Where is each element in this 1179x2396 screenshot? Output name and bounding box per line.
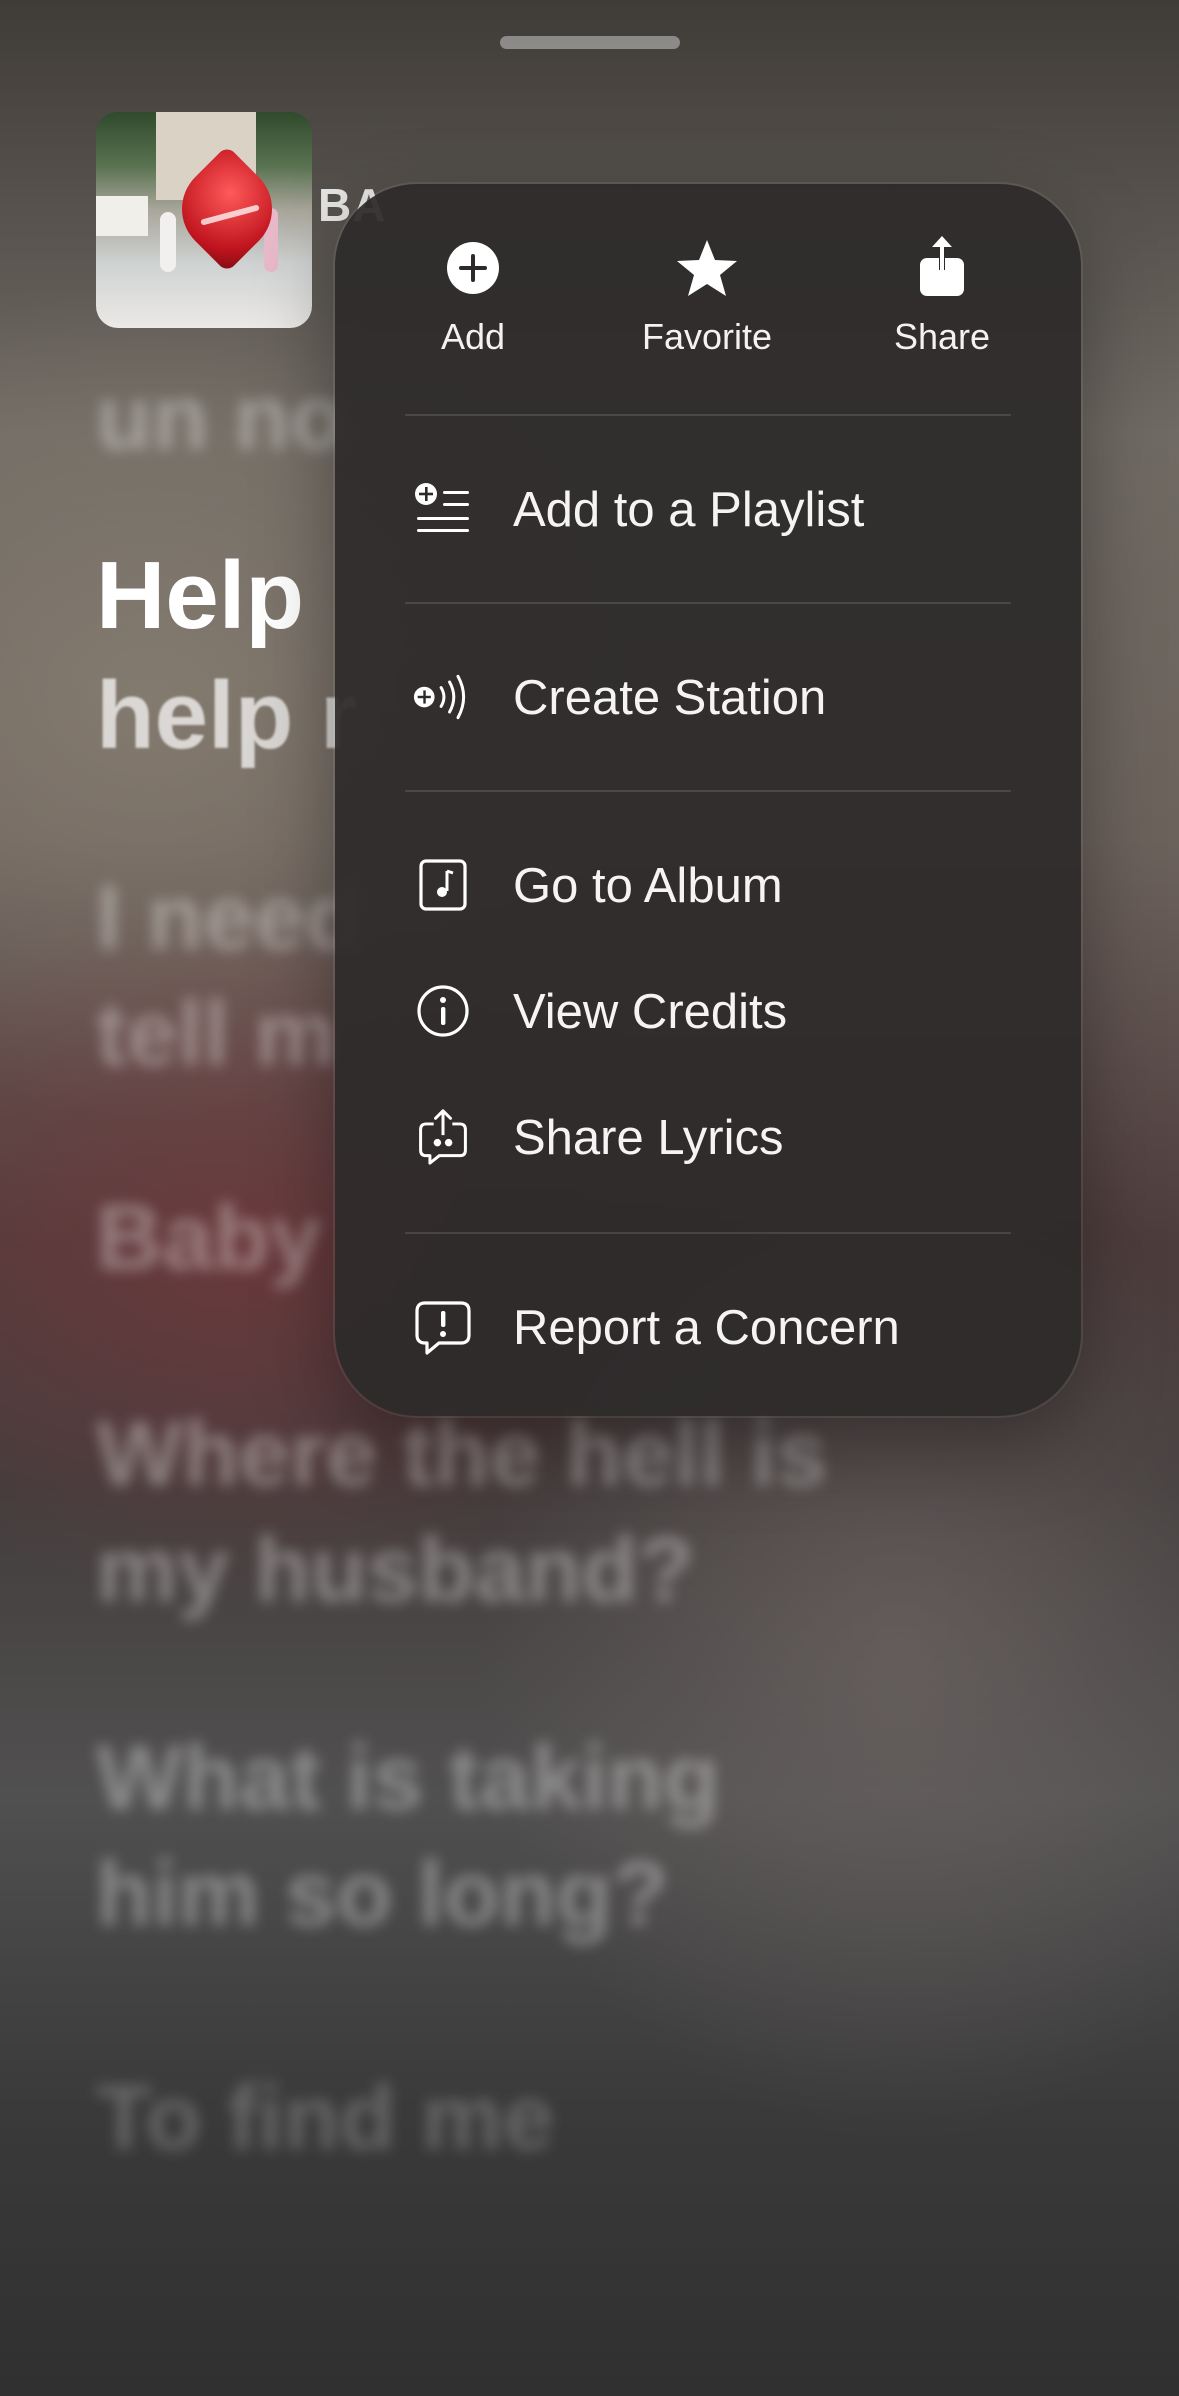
artwork-sign bbox=[96, 196, 148, 236]
plus-circle-icon bbox=[447, 242, 499, 294]
share-lyrics-icon bbox=[419, 1109, 467, 1165]
favorite-button[interactable]: Favorite bbox=[607, 184, 807, 414]
report-concern-item[interactable]: Report a Concern bbox=[335, 1272, 1081, 1382]
share-button[interactable]: Share bbox=[842, 184, 1042, 414]
report-concern-label: Report a Concern bbox=[513, 1301, 900, 1355]
lyric-line[interactable]: him so long? bbox=[96, 1836, 668, 1952]
add-label: Add bbox=[440, 316, 506, 357]
lyric-line[interactable]: I need bbox=[96, 860, 362, 976]
artwork-figure bbox=[160, 212, 176, 272]
add-to-playlist-label: Add to a Playlist bbox=[513, 483, 865, 537]
favorite-label: Favorite bbox=[641, 316, 773, 357]
album-icon bbox=[419, 859, 467, 911]
create-station-icon bbox=[413, 674, 466, 720]
go-to-album-label: Go to Album bbox=[513, 859, 783, 913]
lyric-line[interactable]: Baby bbox=[96, 1180, 321, 1296]
share-lyrics-label: Share Lyrics bbox=[513, 1111, 784, 1165]
menu-divider bbox=[405, 790, 1011, 792]
share-label: Share bbox=[893, 316, 991, 357]
menu-divider bbox=[405, 1232, 1011, 1234]
sheet-grabber[interactable] bbox=[500, 36, 680, 49]
share-lyrics-item[interactable]: Share Lyrics bbox=[335, 1082, 1081, 1192]
info-icon bbox=[417, 985, 469, 1037]
menu-divider bbox=[405, 414, 1011, 416]
lyric-line[interactable]: my husband? bbox=[96, 1512, 694, 1628]
share-icon bbox=[920, 236, 964, 296]
add-to-playlist-icon bbox=[415, 483, 469, 532]
add-to-playlist-item[interactable]: Add to a Playlist bbox=[335, 454, 1081, 564]
lyric-line[interactable]: What is taking bbox=[96, 1720, 720, 1836]
album-artwork[interactable] bbox=[96, 112, 312, 328]
add-button[interactable]: Add bbox=[373, 184, 573, 414]
view-credits-label: View Credits bbox=[513, 985, 788, 1039]
create-station-item[interactable]: Create Station bbox=[335, 642, 1081, 752]
lyric-line-current[interactable]: Help bbox=[96, 536, 304, 656]
view-credits-item[interactable]: View Credits bbox=[335, 956, 1081, 1066]
lyric-line-previous[interactable]: un no bbox=[96, 360, 346, 476]
context-menu: Add Favorite Share Add to a Playlist Cre… bbox=[335, 184, 1081, 1416]
create-station-label: Create Station bbox=[513, 671, 827, 725]
lyric-line-current-cont[interactable]: help r bbox=[96, 656, 357, 776]
lyric-line[interactable]: To find me bbox=[96, 2060, 554, 2176]
lyric-line[interactable]: tell m bbox=[96, 976, 336, 1092]
go-to-album-item[interactable]: Go to Album bbox=[335, 830, 1081, 940]
report-icon bbox=[415, 1301, 471, 1355]
star-icon bbox=[677, 240, 737, 296]
menu-divider bbox=[405, 602, 1011, 604]
